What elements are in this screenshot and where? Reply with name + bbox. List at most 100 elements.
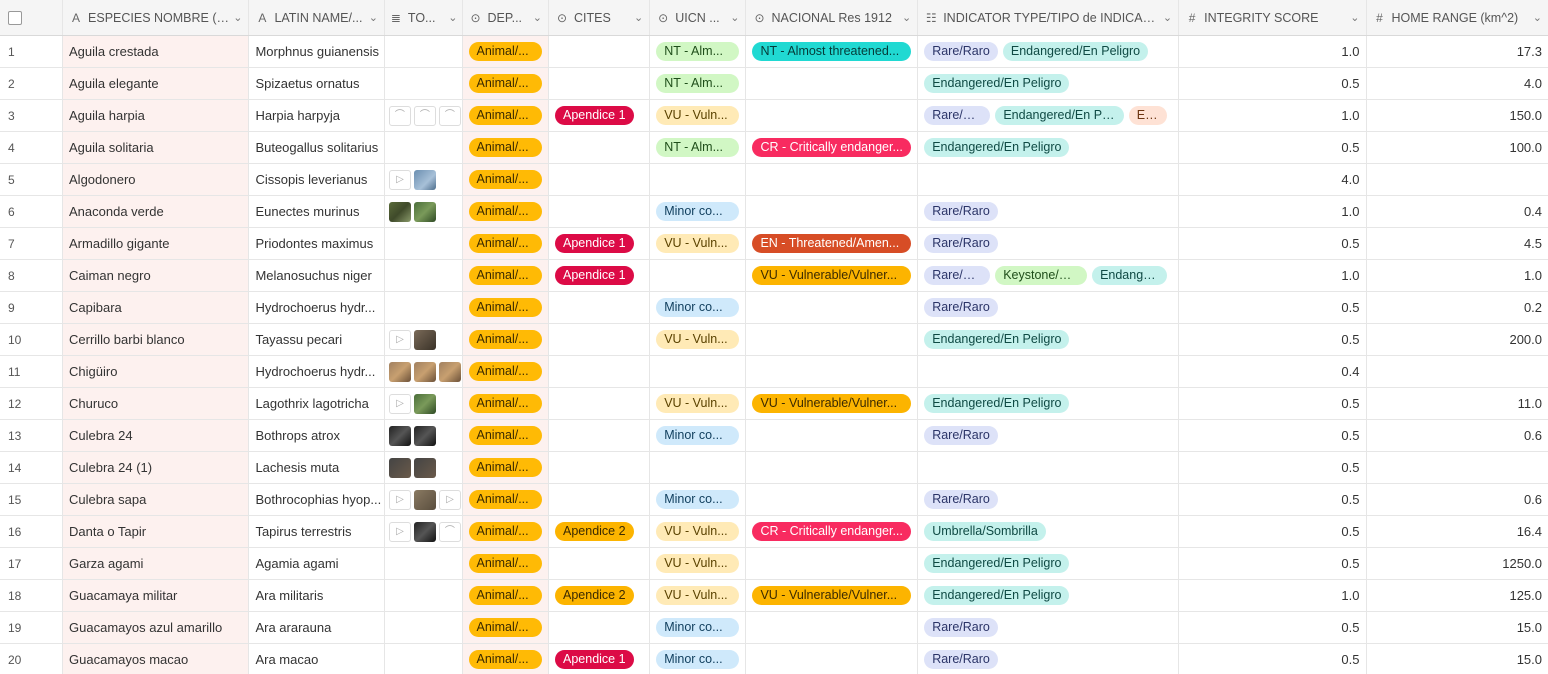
integrity-score-cell[interactable]: 0.5: [1179, 292, 1367, 323]
row-number-cell[interactable]: 3: [0, 100, 64, 131]
dep-cell[interactable]: Animal/...: [462, 260, 549, 291]
dep-cell[interactable]: Animal/...: [462, 228, 549, 259]
nacional-cell[interactable]: [746, 484, 919, 515]
nacional-cell[interactable]: [746, 644, 919, 674]
cites-cell[interactable]: [549, 132, 651, 163]
home-range-cell[interactable]: 15.0: [1367, 644, 1548, 674]
integrity-score-cell[interactable]: 0.5: [1179, 484, 1367, 515]
attachments-cell[interactable]: [385, 36, 463, 67]
table-row[interactable]: 14 Culebra 24 (1) Lachesis muta Animal/... 0…: [0, 452, 1548, 484]
species-name-cell[interactable]: Capibara: [63, 292, 250, 323]
cites-cell[interactable]: [549, 292, 651, 323]
image-thumbnail[interactable]: [413, 169, 436, 190]
integrity-score-cell[interactable]: 0.5: [1179, 548, 1367, 579]
column-header-dep[interactable]: ⊙ DEP... ⌄: [462, 0, 549, 35]
cites-cell[interactable]: [549, 548, 651, 579]
play-icon[interactable]: ▷: [388, 329, 411, 350]
table-row[interactable]: 4 Aguila solitaria Buteogallus solitarius A…: [0, 132, 1548, 164]
indicator-cell[interactable]: [918, 356, 1180, 387]
latin-name-cell[interactable]: Ara ararauna: [249, 612, 385, 643]
image-thumbnail[interactable]: [388, 425, 411, 446]
uicn-cell[interactable]: VU - Vuln...: [650, 100, 747, 131]
integrity-score-cell[interactable]: 1.0: [1179, 36, 1367, 67]
integrity-score-cell[interactable]: 1.0: [1179, 260, 1367, 291]
chevron-down-icon[interactable]: ⌄: [533, 11, 542, 24]
dep-cell[interactable]: Animal/...: [462, 100, 549, 131]
paperclip-icon[interactable]: ⌒: [438, 521, 461, 542]
attachments-cell[interactable]: [385, 420, 463, 451]
indicator-cell[interactable]: [918, 452, 1180, 483]
uicn-cell[interactable]: [650, 356, 747, 387]
latin-name-cell[interactable]: Ara macao: [249, 644, 385, 674]
chevron-down-icon[interactable]: ⌄: [369, 11, 378, 24]
table-row[interactable]: 19 Guacamayos azul amarillo Ara ararauna An…: [0, 612, 1548, 644]
cites-cell[interactable]: Apendice 1: [549, 260, 651, 291]
home-range-cell[interactable]: [1367, 164, 1548, 195]
cites-cell[interactable]: [549, 68, 651, 99]
row-number-cell[interactable]: 18: [0, 580, 64, 611]
uicn-cell[interactable]: [650, 164, 747, 195]
uicn-cell[interactable]: VU - Vuln...: [650, 516, 747, 547]
species-name-cell[interactable]: Aguila crestada: [63, 36, 250, 67]
integrity-score-cell[interactable]: 1.0: [1179, 100, 1367, 131]
dep-cell[interactable]: Animal/...: [462, 580, 549, 611]
attachments-cell[interactable]: [385, 452, 463, 483]
column-header-cites[interactable]: ⊙ CITES ⌄: [549, 0, 651, 35]
row-number-cell[interactable]: 6: [0, 196, 64, 227]
play-icon[interactable]: ▷: [388, 521, 411, 542]
home-range-cell[interactable]: 0.2: [1367, 292, 1548, 323]
home-range-cell[interactable]: 0.6: [1367, 420, 1548, 451]
chevron-down-icon[interactable]: ⌄: [1350, 11, 1359, 24]
indicator-cell[interactable]: Rare/Raro: [918, 196, 1180, 227]
nacional-cell[interactable]: [746, 356, 919, 387]
indicator-cell[interactable]: Rare/Raro: [918, 228, 1180, 259]
home-range-cell[interactable]: 11.0: [1367, 388, 1548, 419]
indicator-cell[interactable]: Rare/Raro: [918, 612, 1180, 643]
integrity-score-cell[interactable]: 0.5: [1179, 612, 1367, 643]
latin-name-cell[interactable]: Ara militaris: [249, 580, 385, 611]
cites-cell[interactable]: [549, 164, 651, 195]
column-header-nacional[interactable]: ⊙ NACIONAL Res 1912 ⌄: [746, 0, 919, 35]
dep-cell[interactable]: Animal/...: [462, 548, 549, 579]
chevron-down-icon[interactable]: ⌄: [730, 11, 739, 24]
nacional-cell[interactable]: [746, 196, 919, 227]
attachments-cell[interactable]: [385, 132, 463, 163]
indicator-cell[interactable]: Rare/Raro: [918, 420, 1180, 451]
latin-name-cell[interactable]: Priodontes maximus: [249, 228, 385, 259]
cites-cell[interactable]: Apendice 1: [549, 100, 651, 131]
species-name-cell[interactable]: Guacamayos azul amarillo: [63, 612, 250, 643]
home-range-cell[interactable]: 1250.0: [1367, 548, 1548, 579]
species-name-cell[interactable]: Cerrillo barbi blanco: [63, 324, 250, 355]
row-number-cell[interactable]: 17: [0, 548, 64, 579]
chevron-down-icon[interactable]: ⌄: [634, 11, 643, 24]
integrity-score-cell[interactable]: 0.5: [1179, 324, 1367, 355]
attachments-cell[interactable]: [385, 292, 463, 323]
image-thumbnail[interactable]: [438, 361, 461, 382]
column-header-latin[interactable]: A LATIN NAME/... ⌄: [249, 0, 385, 35]
dep-cell[interactable]: Animal/...: [462, 68, 549, 99]
attachments-cell[interactable]: [385, 260, 463, 291]
row-number-cell[interactable]: 16: [0, 516, 64, 547]
species-name-cell[interactable]: Culebra sapa: [63, 484, 250, 515]
row-number-cell[interactable]: 2: [0, 68, 64, 99]
latin-name-cell[interactable]: Bothrocophias hyop...: [249, 484, 385, 515]
species-name-cell[interactable]: Aguila elegante: [63, 68, 250, 99]
image-thumbnail[interactable]: [388, 457, 411, 478]
table-row[interactable]: 20 Guacamayos macao Ara macao Animal/... Ape…: [0, 644, 1548, 674]
nacional-cell[interactable]: [746, 612, 919, 643]
latin-name-cell[interactable]: Bothrops atrox: [249, 420, 385, 451]
attachments-cell[interactable]: ▷ ▷: [385, 484, 463, 515]
integrity-score-cell[interactable]: 0.5: [1179, 132, 1367, 163]
cites-cell[interactable]: Apendice 2: [549, 580, 651, 611]
attachments-cell[interactable]: ▷: [385, 164, 463, 195]
home-range-cell[interactable]: 15.0: [1367, 612, 1548, 643]
dep-cell[interactable]: Animal/...: [462, 356, 549, 387]
row-number-cell[interactable]: 5: [0, 164, 64, 195]
indicator-cell[interactable]: Rare/Raro Keystone/Clave Endangered: [918, 260, 1180, 291]
column-header-home-range[interactable]: # HOME RANGE (km^2) ⌄: [1367, 0, 1548, 35]
row-number-cell[interactable]: 9: [0, 292, 64, 323]
play-icon[interactable]: ▷: [388, 393, 411, 414]
integrity-score-cell[interactable]: 0.5: [1179, 516, 1367, 547]
row-number-cell[interactable]: 7: [0, 228, 64, 259]
indicator-cell[interactable]: Rare/Raro Endangered/En Peligro Emb: [918, 100, 1180, 131]
